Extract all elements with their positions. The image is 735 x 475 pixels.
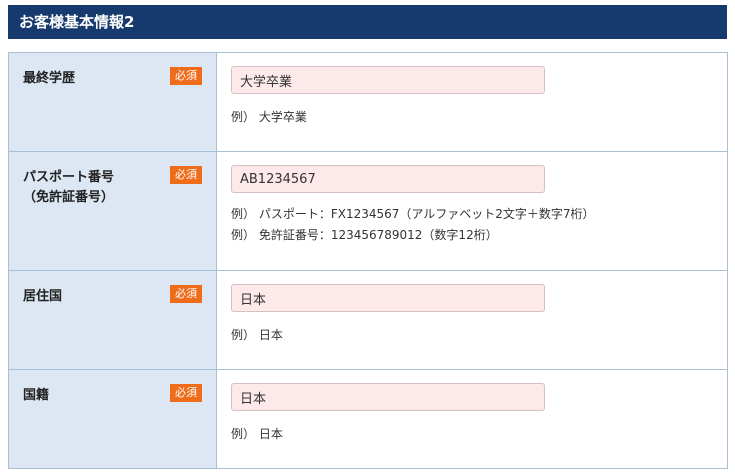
example-text: 例） 日本: [231, 328, 283, 342]
field-label: 最終学歴: [23, 71, 76, 86]
education-input[interactable]: [231, 66, 545, 94]
field-cell: 例） パスポート：FX1234567（アルファベット2文字＋数字7桁） 例） 免…: [217, 152, 727, 270]
field-cell: 例） 大学卒業: [217, 53, 727, 151]
section-header: お客様基本情報2: [8, 5, 727, 39]
required-badge: 必須: [170, 166, 202, 184]
field-label-sub: （免許証番号）: [23, 190, 115, 205]
nationality-input[interactable]: [231, 383, 545, 411]
form-row-passport: パスポート番号 （免許証番号） 必須 例） パスポート：FX1234567（アル…: [9, 152, 727, 271]
field-cell: 例） 日本: [217, 271, 727, 369]
passport-number-input[interactable]: [231, 165, 545, 193]
required-badge: 必須: [170, 384, 202, 402]
required-badge: 必須: [170, 67, 202, 85]
field-label-main: パスポート番号: [23, 170, 115, 185]
field-label-cell: 居住国 必須: [9, 271, 217, 369]
form-row-education: 最終学歴 必須 例） 大学卒業: [9, 53, 727, 152]
example-text-passport: 例） パスポート：FX1234567（アルファベット2文字＋数字7桁）: [231, 207, 595, 221]
form-row-residence-country: 居住国 必須 例） 日本: [9, 271, 727, 370]
field-label-cell: パスポート番号 （免許証番号） 必須: [9, 152, 217, 270]
example-text-license: 例） 免許証番号：123456789012（数字12桁）: [231, 228, 498, 242]
required-badge: 必須: [170, 285, 202, 303]
field-label: パスポート番号 （免許証番号）: [23, 168, 114, 208]
section-title: お客様基本情報2: [19, 13, 135, 31]
form-row-nationality: 国籍 必須 例） 日本: [9, 370, 727, 469]
field-cell: 例） 日本: [217, 370, 727, 468]
field-label-cell: 国籍 必須: [9, 370, 217, 468]
example-text: 例） 大学卒業: [231, 110, 307, 124]
residence-country-input[interactable]: [231, 284, 545, 312]
customer-info-form: 最終学歴 必須 例） 大学卒業 パスポート番号 （免許証番号） 必須 例） パス…: [8, 52, 728, 469]
example-text: 例） 日本: [231, 427, 283, 441]
field-label: 居住国: [23, 289, 63, 304]
field-label: 国籍: [23, 388, 50, 403]
field-label-cell: 最終学歴 必須: [9, 53, 217, 151]
